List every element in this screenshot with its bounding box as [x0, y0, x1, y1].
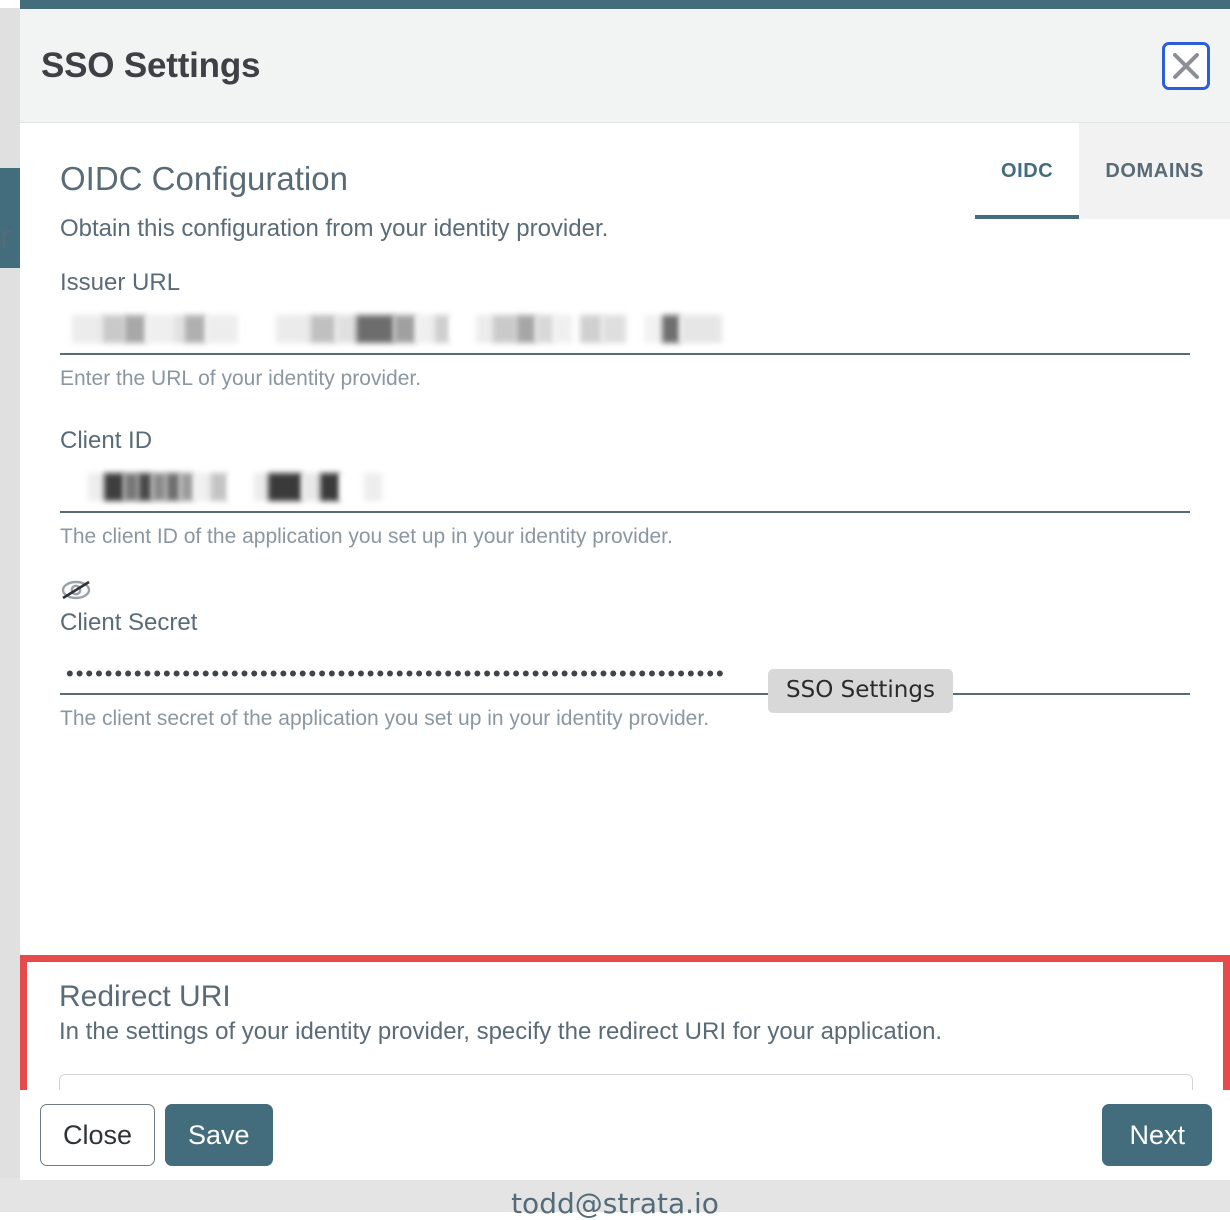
- next-button[interactable]: Next: [1102, 1104, 1212, 1166]
- client-id-label: Client ID: [60, 427, 1190, 455]
- redirect-uri-title: Redirect URI: [59, 980, 1193, 1014]
- modal-footer: Close Save Next: [20, 1090, 1230, 1180]
- save-button[interactable]: Save: [165, 1104, 273, 1166]
- field-client-id: Client ID: [20, 427, 1230, 549]
- issuer-url-input[interactable]: [60, 313, 1190, 355]
- page-title: SSO Settings: [41, 46, 260, 86]
- tooltip-label: SSO Settings: [786, 677, 935, 703]
- redirect-uri-subtitle: In the settings of your identity provide…: [59, 1018, 1193, 1046]
- section-header: OIDC Configuration Obtain this configura…: [20, 123, 1230, 243]
- tooltip: SSO Settings: [768, 669, 953, 713]
- issuer-url-help: Enter the URL of your identity provider.: [60, 367, 1190, 391]
- client-id-input[interactable]: [60, 471, 1190, 513]
- client-secret-input[interactable]: ••••••••••••••••••••••••••••••••••••••••…: [60, 653, 1190, 695]
- account-email: todd@strata.io: [0, 1187, 1230, 1220]
- section-subtitle: Obtain this configuration from your iden…: [60, 215, 1230, 243]
- client-secret-value: ••••••••••••••••••••••••••••••••••••••••…: [60, 653, 1190, 695]
- client-id-help: The client ID of the application you set…: [60, 525, 1190, 549]
- close-button[interactable]: [1162, 42, 1210, 90]
- top-accent-bar: [20, 0, 1230, 9]
- client-secret-label: Client Secret: [60, 609, 1190, 637]
- close-dialog-button[interactable]: Close: [40, 1104, 155, 1166]
- close-icon: [1171, 51, 1201, 81]
- background-sidebar-text: r: [0, 218, 16, 257]
- issuer-url-label: Issuer URL: [60, 269, 1190, 297]
- modal-body: OIDC DOMAINS OIDC Configuration Obtain t…: [20, 123, 1230, 1180]
- client-secret-visibility-toggle[interactable]: [20, 579, 1230, 605]
- field-client-secret: Client Secret ••••••••••••••••••••••••••…: [20, 609, 1230, 731]
- sso-settings-modal: SSO Settings OIDC DOMAINS OIDC Configura…: [20, 9, 1230, 1180]
- client-secret-help: The client secret of the application you…: [60, 707, 1190, 731]
- section-title: OIDC Configuration: [60, 161, 1230, 197]
- background-footer: todd@strata.io: [0, 1178, 1230, 1212]
- modal-header: SSO Settings: [20, 9, 1230, 123]
- eye-slash-icon: [60, 588, 92, 605]
- field-issuer-url: Issuer URL: [20, 269, 1230, 391]
